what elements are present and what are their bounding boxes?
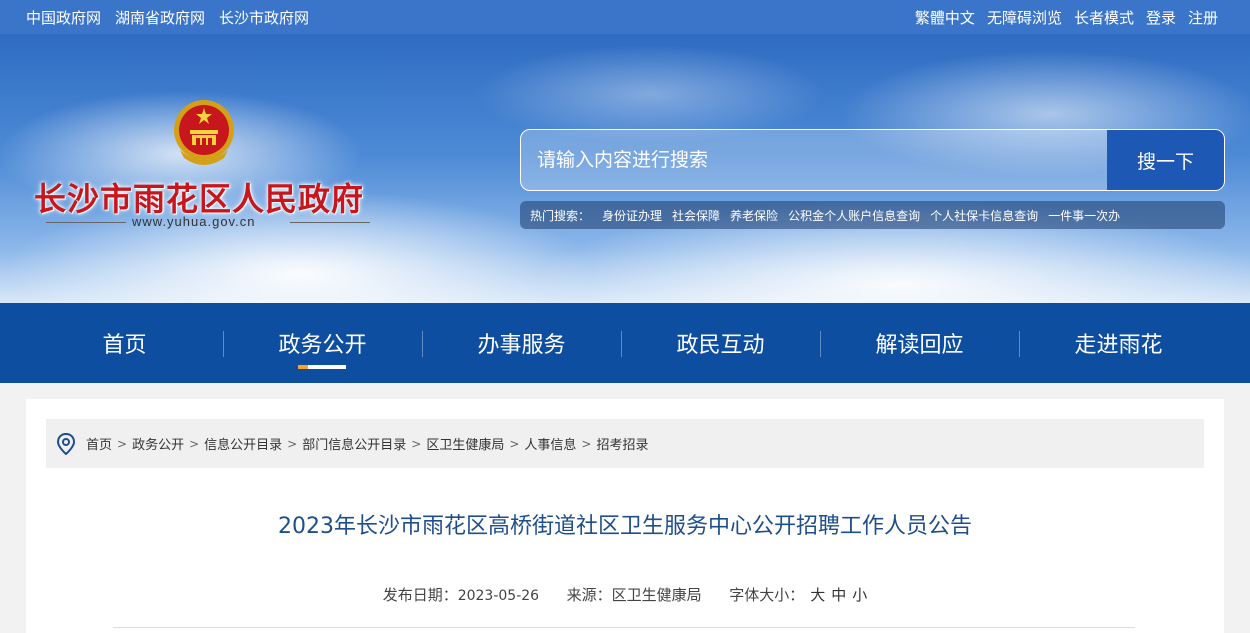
hot-search-item[interactable]: 身份证办理 (602, 207, 662, 224)
breadcrumb-current[interactable]: 招考招录 (596, 434, 648, 453)
hot-search-item[interactable]: 社会保障 (672, 207, 720, 224)
font-size-small-button[interactable]: 小 (852, 586, 867, 604)
breadcrumb: 首页 > 政务公开 > 信息公开目录 > 部门信息公开目录 > 区卫生健康局 >… (46, 419, 1204, 468)
chevron-right-icon: > (509, 436, 520, 451)
nav-item-interpretation[interactable]: 解读回应 (820, 303, 1019, 383)
search-input[interactable] (521, 130, 1107, 190)
top-bar: 中国政府网 湖南省政府网 长沙市政府网 繁體中文 无障碍浏览 长者模式 登录 注… (0, 0, 1250, 34)
chevron-right-icon: > (581, 436, 592, 451)
chevron-right-icon: > (117, 436, 128, 451)
hot-search-label: 热门搜索： (530, 208, 591, 223)
main-nav: 首页 政务公开 办事服务 政民互动 解读回应 走进雨花 (0, 303, 1250, 383)
register-link[interactable]: 注册 (1188, 7, 1218, 28)
breadcrumb-item[interactable]: 部门信息公开目录 (302, 434, 406, 453)
hot-search-bar: 热门搜索： 身份证办理 社会保障 养老保险 公积金个人账户信息查询 个人社保卡信… (520, 201, 1225, 229)
date-label: 发布日期： (382, 586, 458, 604)
link-china-gov[interactable]: 中国政府网 (26, 7, 101, 28)
header-banner: 长沙市雨花区人民政府 www.yuhua.gov.cn 搜一下 热门搜索： 身份… (0, 34, 1250, 303)
source-label: 来源： (566, 586, 612, 604)
link-changsha-gov[interactable]: 长沙市政府网 (219, 7, 309, 28)
nav-item-services[interactable]: 办事服务 (422, 303, 621, 383)
location-pin-icon (56, 432, 76, 455)
article-source: 区卫生健康局 (611, 586, 702, 604)
nav-item-home[interactable]: 首页 (25, 303, 224, 383)
nav-item-about-yuhua[interactable]: 走进雨花 (1019, 303, 1218, 383)
url-divider-left (46, 222, 126, 223)
article-meta: 发布日期：2023-05-26 来源：区卫生健康局 字体大小： 大中小 (0, 584, 1250, 605)
breadcrumb-item[interactable]: 信息公开目录 (204, 434, 282, 453)
hot-search-item[interactable]: 个人社保卡信息查询 (930, 207, 1038, 224)
nav-item-gov-affairs[interactable]: 政务公开 (223, 303, 422, 383)
font-size-large-button[interactable]: 大 (810, 586, 825, 604)
publish-date: 2023-05-26 (457, 588, 540, 604)
chevron-right-icon: > (189, 436, 200, 451)
accessibility-link[interactable]: 无障碍浏览 (987, 7, 1062, 28)
user-tools: 繁體中文 无障碍浏览 长者模式 登录 注册 (915, 7, 1218, 28)
search-button[interactable]: 搜一下 (1107, 130, 1224, 190)
chevron-right-icon: > (287, 436, 298, 451)
breadcrumb-item[interactable]: 人事信息 (524, 434, 576, 453)
site-url: www.yuhua.gov.cn (132, 214, 256, 229)
chevron-right-icon: > (411, 436, 422, 451)
search-box: 搜一下 (520, 129, 1225, 191)
national-emblem-icon (174, 100, 234, 165)
font-size-label: 字体大小： (729, 586, 805, 604)
breadcrumb-item[interactable]: 区卫生健康局 (426, 434, 504, 453)
link-hunan-gov[interactable]: 湖南省政府网 (115, 7, 205, 28)
article-title: 2023年长沙市雨花区高桥街道社区卫生服务中心公开招聘工作人员公告 (278, 514, 972, 539)
meta-divider (113, 627, 1135, 628)
url-divider-right (290, 222, 370, 223)
elder-mode-link[interactable]: 长者模式 (1074, 7, 1134, 28)
hot-search-item[interactable]: 养老保险 (730, 207, 778, 224)
gov-links: 中国政府网 湖南省政府网 长沙市政府网 (26, 7, 309, 28)
font-size-medium-button[interactable]: 中 (831, 586, 846, 604)
hot-search-item[interactable]: 一件事一次办 (1048, 207, 1120, 224)
active-nav-indicator (298, 365, 346, 369)
nav-item-interaction[interactable]: 政民互动 (621, 303, 820, 383)
breadcrumb-home[interactable]: 首页 (86, 434, 112, 453)
hot-search-item[interactable]: 公积金个人账户信息查询 (788, 207, 920, 224)
traditional-chinese-link[interactable]: 繁體中文 (915, 7, 975, 28)
login-link[interactable]: 登录 (1146, 7, 1176, 28)
breadcrumb-item[interactable]: 政务公开 (132, 434, 184, 453)
